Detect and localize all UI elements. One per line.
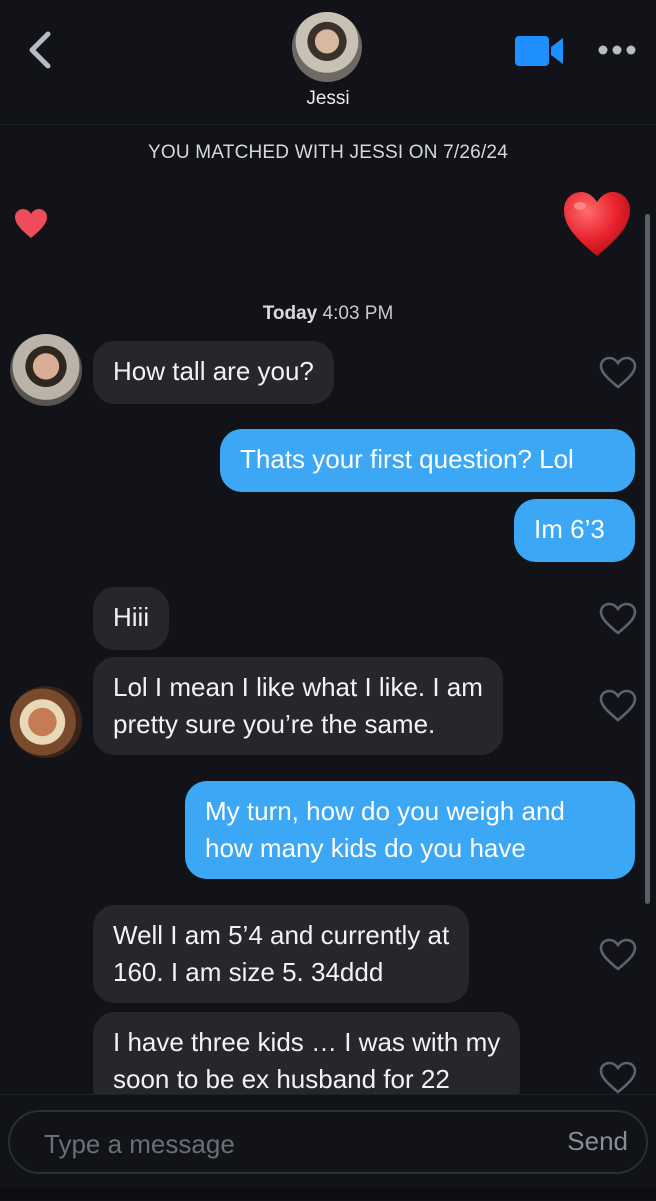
like-heart-icon[interactable] <box>599 356 637 390</box>
more-options-icon[interactable] <box>597 40 637 60</box>
contact-avatar[interactable] <box>10 686 82 758</box>
contact-name[interactable]: Jessi <box>0 88 656 110</box>
contact-avatar[interactable] <box>292 12 362 82</box>
message-text-line: how many kids do you have <box>205 833 526 863</box>
message-text-line: Lol I mean I like what I like. I am <box>113 672 483 702</box>
message-text-line: 160. I am size 5. 34ddd <box>113 957 384 987</box>
message-input[interactable] <box>42 1124 526 1164</box>
message-text-line: I have three kids … I was with my <box>113 1027 501 1057</box>
message-bubble-incoming[interactable]: Well I am 5’4 and currently at 160. I am… <box>93 905 470 1003</box>
message-text-line: soon to be ex husband for 22 <box>113 1064 450 1094</box>
message-bubble-incoming[interactable]: Lol I mean I like what I like. I am pret… <box>93 657 503 755</box>
chat-header: Jessi <box>0 0 656 125</box>
message-text: Thats your first question? Lol <box>240 444 574 474</box>
message-bubble-incoming[interactable]: Hiii <box>93 587 170 650</box>
timestamp-day: Today <box>262 303 318 324</box>
message-timestamp: Today 4:03 PM <box>0 303 656 325</box>
match-banner: YOU MATCHED WITH JESSI ON 7/26/24 <box>148 142 508 163</box>
message-bubble-incoming[interactable]: How tall are you? <box>93 341 334 404</box>
message-text-line: Well I am 5’4 and currently at <box>113 920 450 950</box>
send-button[interactable]: Send <box>567 1126 628 1157</box>
heart-emoji-icon <box>564 192 630 256</box>
message-text: Im 6’3 <box>534 514 605 544</box>
heart-icon <box>15 209 47 238</box>
like-heart-icon[interactable] <box>599 602 637 636</box>
home-indicator-bar <box>0 1188 656 1200</box>
back-chevron-icon[interactable] <box>22 28 58 72</box>
contact-avatar[interactable] <box>10 334 82 406</box>
message-bubble-outgoing[interactable]: Im 6’3 <box>514 499 635 562</box>
message-bubble-outgoing[interactable]: My turn, how do you weigh and how many k… <box>185 781 635 879</box>
message-bubble-outgoing[interactable]: Thats your first question? Lol <box>220 429 635 492</box>
message-text: Hiii <box>113 602 150 632</box>
timestamp-time: 4:03 PM <box>322 303 394 324</box>
message-text: How tall are you? <box>113 356 314 386</box>
message-text-line: pretty sure you’re the same. <box>113 709 436 739</box>
like-heart-icon[interactable] <box>599 938 637 972</box>
message-composer: Send <box>8 1110 648 1174</box>
like-heart-icon[interactable] <box>599 689 637 723</box>
video-call-icon[interactable] <box>515 34 565 68</box>
message-text-line: My turn, how do you weigh and <box>205 796 565 826</box>
like-heart-icon[interactable] <box>599 1061 637 1095</box>
